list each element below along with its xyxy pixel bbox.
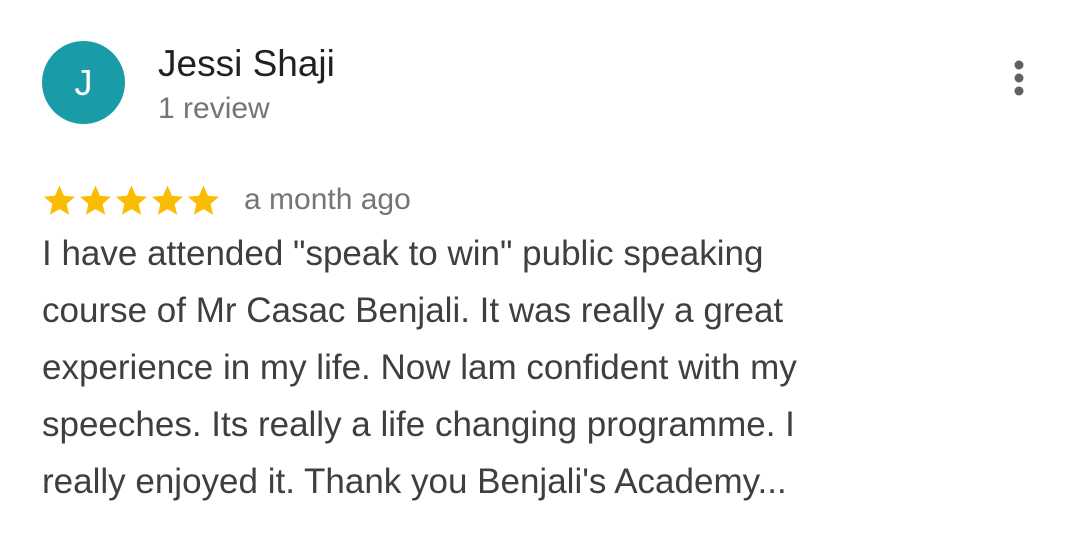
review-card: J Jessi Shaji 1 review a month ago I hav… xyxy=(0,0,1080,545)
review-count: 1 review xyxy=(158,92,270,125)
rating-row: a month ago xyxy=(42,178,411,222)
review-text-line: course of Mr Casac Benjali. It was reall… xyxy=(42,291,784,330)
star-rating xyxy=(42,183,222,218)
review-text-line: I have attended "speak to win" public sp… xyxy=(42,234,764,273)
star-icon xyxy=(152,185,183,215)
star-icon xyxy=(188,185,219,215)
review-text-line: really enjoyed it. Thank you Benjali's A… xyxy=(42,462,787,501)
avatar[interactable]: J xyxy=(42,41,125,124)
review-text-line: experience in my life. Now lam confident… xyxy=(42,348,797,387)
star-icon xyxy=(44,185,75,215)
avatar-initial: J xyxy=(74,61,93,103)
review-text[interactable]: I have attended "speak to win" public sp… xyxy=(42,225,1032,510)
review-date: a month ago xyxy=(244,183,411,216)
author-name[interactable]: Jessi Shaji xyxy=(158,42,335,86)
star-icon xyxy=(80,185,111,215)
more-vert-icon xyxy=(1014,60,1024,96)
star-icon xyxy=(116,185,147,215)
review-text-line: speeches. Its really a life changing pro… xyxy=(42,405,795,444)
more-options-button[interactable] xyxy=(1000,55,1038,101)
